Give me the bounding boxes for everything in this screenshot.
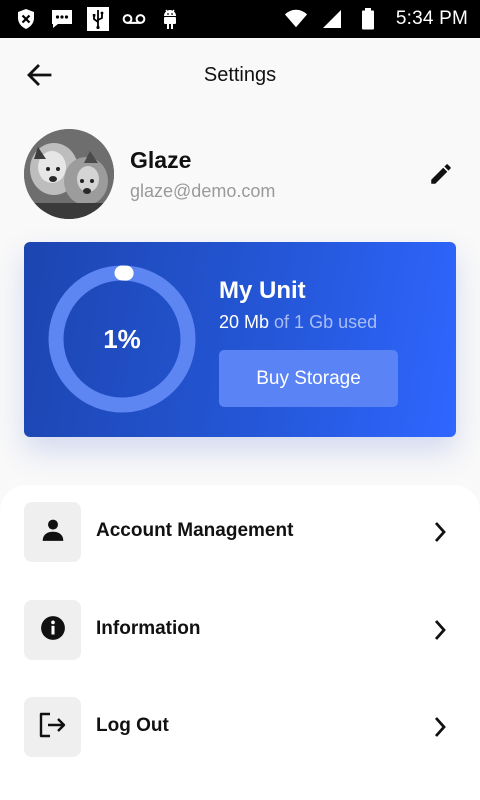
- shield-x-icon: [14, 7, 38, 31]
- storage-usage: 20 Mb of 1 Gb used: [219, 312, 377, 333]
- wifi-icon: [284, 7, 308, 31]
- person-icon: [40, 517, 66, 548]
- chevron-right-icon: [428, 520, 452, 544]
- profile-name: Glaze: [130, 147, 192, 173]
- storage-total: of 1 Gb used: [274, 312, 378, 332]
- android-icon: [158, 7, 182, 31]
- signal-icon: [320, 7, 344, 31]
- profile-email: glaze@demo.com: [130, 181, 276, 201]
- storage-card: 1% My Unit 20 Mb of 1 Gb used Buy Storag…: [24, 242, 456, 437]
- usb-icon: [86, 7, 110, 31]
- voicemail-icon: [122, 7, 146, 31]
- logout-icon: [38, 712, 68, 743]
- status-bar-notifications: [14, 7, 182, 31]
- buy-storage-button[interactable]: Buy Storage: [219, 350, 398, 407]
- chevron-right-icon: [428, 715, 452, 739]
- status-time: 5:34 PM: [395, 8, 468, 29]
- chevron-right-icon: [428, 618, 452, 642]
- info-icon: [40, 615, 66, 646]
- status-bar-system: 5:34 PM: [284, 7, 468, 31]
- storage-percent: 1%: [103, 323, 141, 354]
- menu-item-label: Log Out: [96, 715, 169, 736]
- menu-icon-box: [24, 502, 81, 562]
- menu-icon-box: [24, 697, 81, 757]
- menu-item-label: Information: [96, 618, 201, 639]
- pencil-icon: [428, 161, 454, 192]
- status-bar: 5:34 PM: [0, 0, 480, 38]
- storage-title: My Unit: [219, 277, 306, 304]
- message-icon: [50, 7, 74, 31]
- menu-item-information[interactable]: Information: [0, 598, 480, 662]
- settings-menu-sheet: Account Management Information Log Out: [0, 485, 480, 800]
- menu-item-log-out[interactable]: Log Out: [0, 695, 480, 759]
- storage-used: 20 Mb: [219, 312, 270, 332]
- menu-item-account-management[interactable]: Account Management: [0, 500, 480, 564]
- avatar-image: [24, 129, 114, 219]
- edit-profile-button[interactable]: [426, 161, 456, 191]
- battery-icon: [356, 7, 380, 31]
- app-header: Settings: [0, 38, 480, 116]
- page-title: Settings: [203, 64, 277, 86]
- menu-icon-box: [24, 600, 81, 660]
- avatar[interactable]: [24, 129, 114, 219]
- menu-item-label: Account Management: [96, 520, 294, 541]
